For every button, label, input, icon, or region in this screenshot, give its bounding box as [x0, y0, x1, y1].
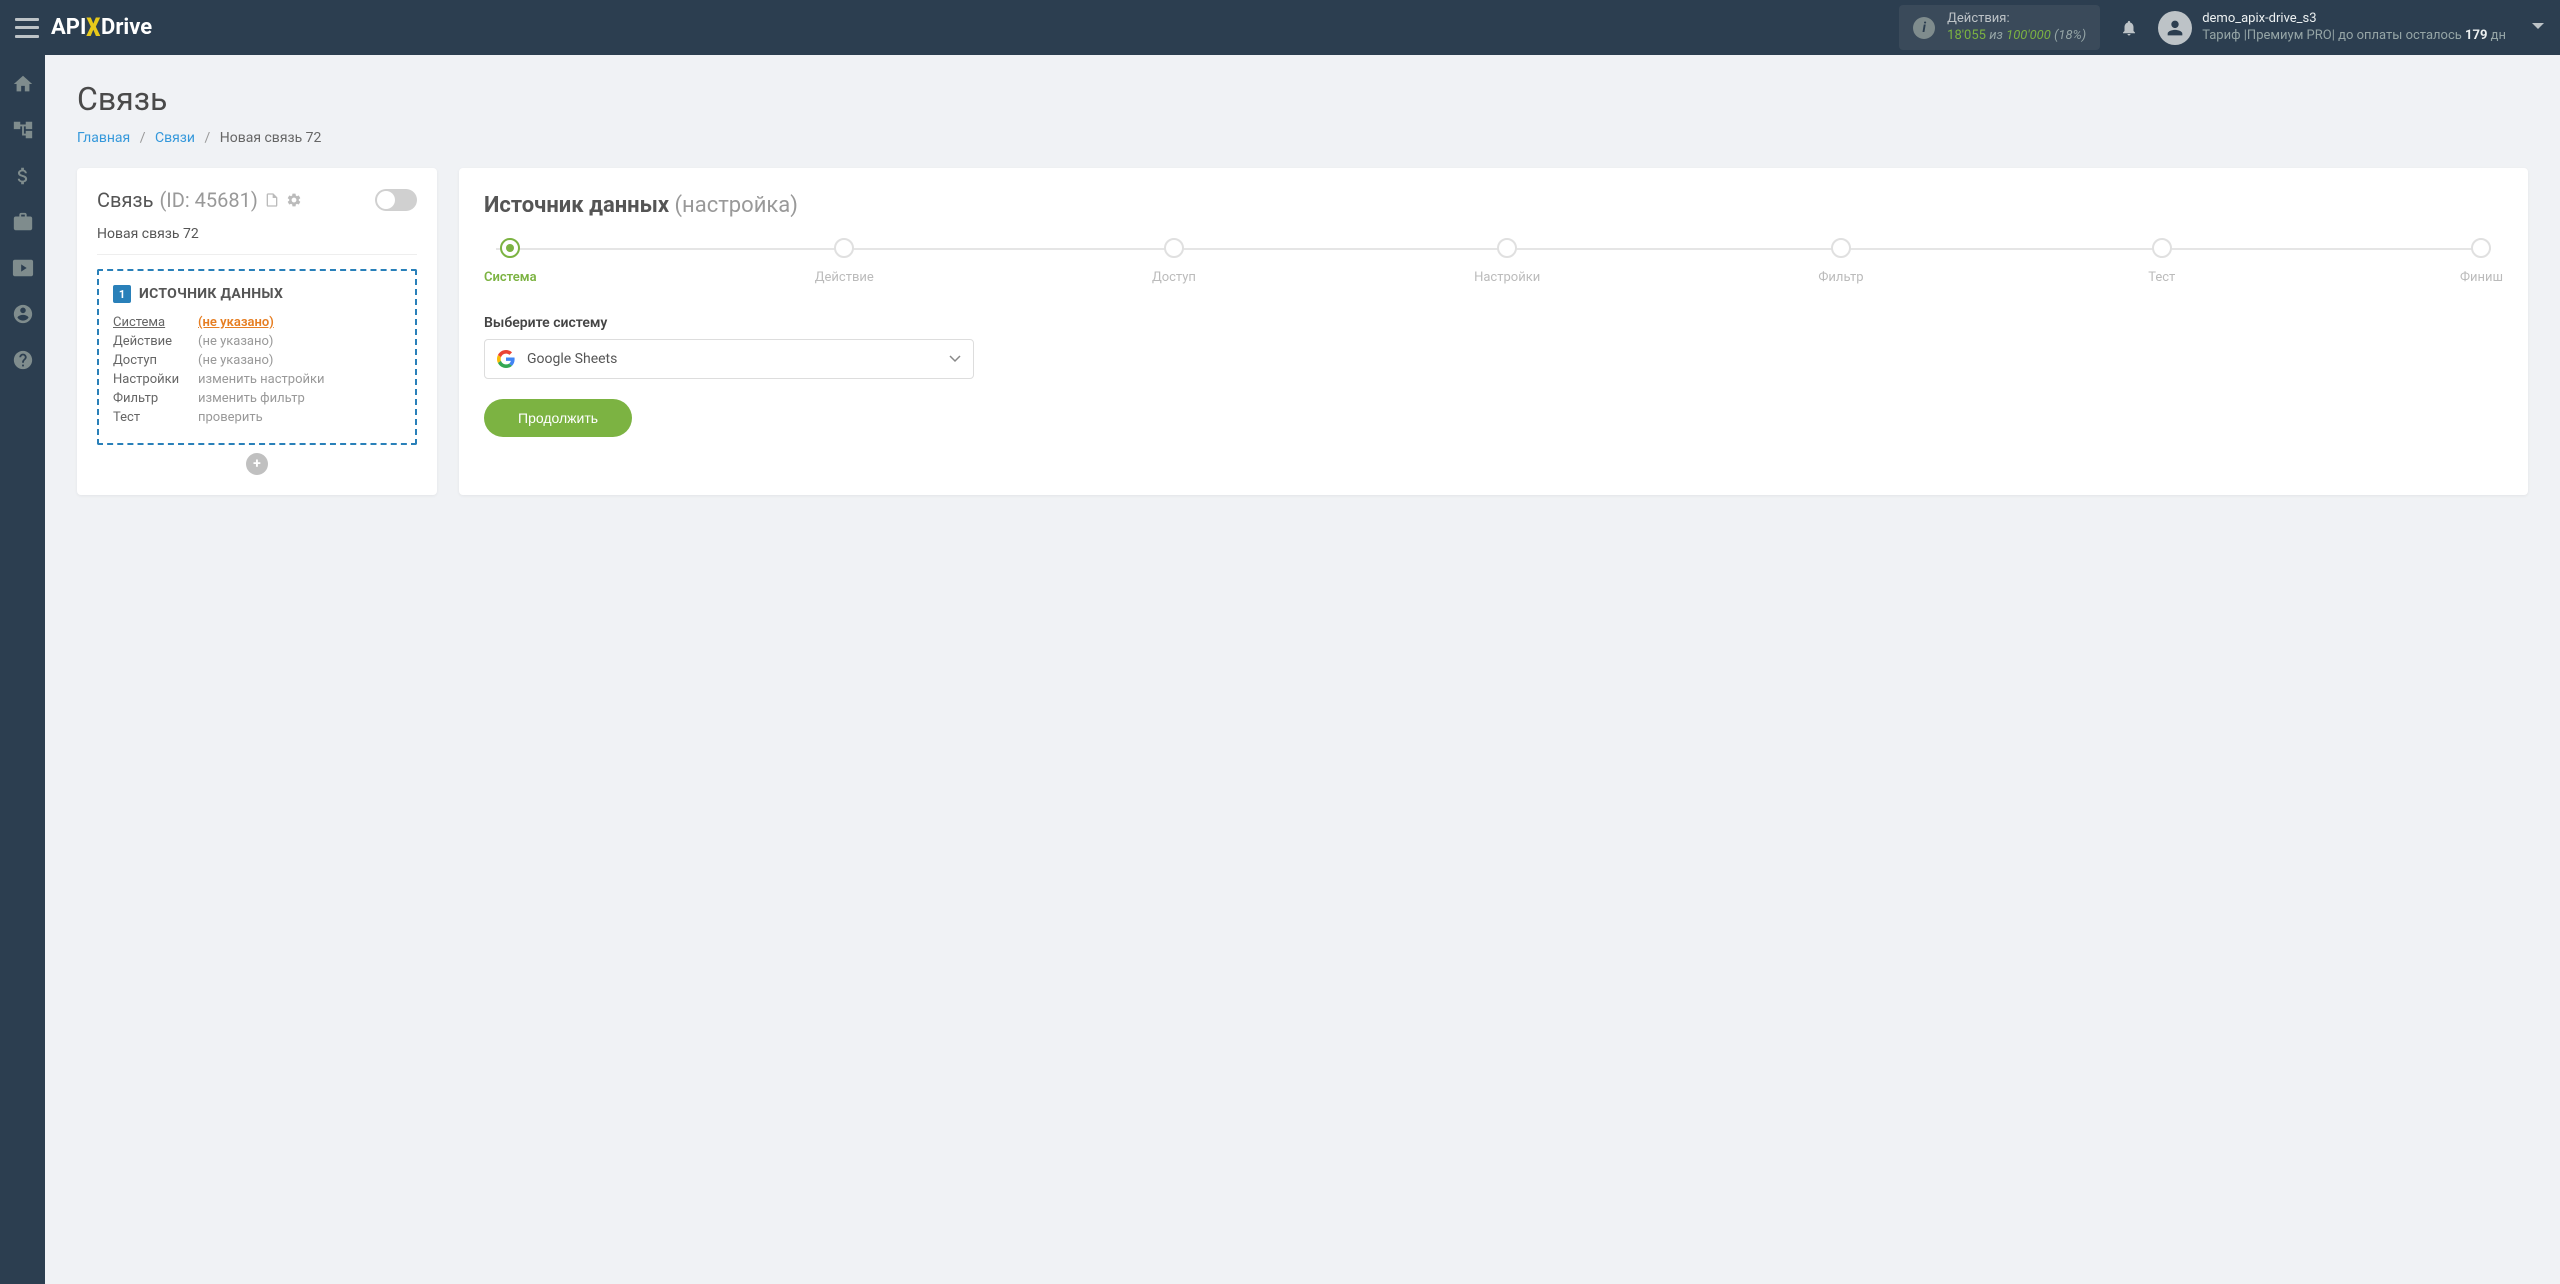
breadcrumb-home[interactable]: Главная: [77, 130, 130, 146]
step-label: Настройки: [1474, 270, 1540, 285]
source-row-value: (не указано): [198, 353, 273, 368]
source-row: Действие(не указано): [113, 334, 401, 349]
chevron-down-icon: [949, 351, 961, 367]
dollar-icon[interactable]: [12, 165, 34, 187]
step-label: Финиш: [2460, 270, 2503, 285]
step-label: Система: [484, 270, 537, 285]
document-icon[interactable]: [264, 192, 280, 208]
step-label: Тест: [2148, 270, 2175, 285]
connection-id: (ID: 45681): [159, 188, 257, 212]
step-item[interactable]: Финиш: [2460, 238, 2503, 285]
step-label: Фильтр: [1818, 270, 1863, 285]
actions-count: 18'055: [1947, 28, 1986, 43]
actions-total: 100'000: [2006, 28, 2051, 43]
source-row: Система(не указано): [113, 315, 401, 330]
source-row: Доступ(не указано): [113, 353, 401, 368]
help-icon[interactable]: [12, 349, 34, 371]
config-title: Источник данных (настройка): [484, 193, 2503, 218]
continue-button[interactable]: Продолжить: [484, 399, 632, 437]
source-row-key: Фильтр: [113, 391, 198, 406]
source-row-key: Тест: [113, 410, 198, 425]
breadcrumb: Главная / Связи / Новая связь 72: [77, 130, 2528, 146]
info-icon: i: [1913, 17, 1935, 39]
left-sidebar: [0, 55, 45, 1284]
step-dot: [1831, 238, 1851, 258]
actions-iz: из: [1989, 28, 2003, 43]
step-dot: [1497, 238, 1517, 258]
actions-status-box[interactable]: i Действия: 18'055 из 100'000 (18%): [1899, 5, 2100, 51]
steps: Система Действие Доступ Настройки Фильтр Тест…: [484, 238, 2503, 285]
youtube-icon[interactable]: [12, 257, 34, 279]
user-name: demo_apix-drive_s3: [2202, 11, 2506, 28]
source-box: 1 ИСТОЧНИК ДАННЫХ Система(не указано)Дей…: [97, 269, 417, 445]
sitemap-icon[interactable]: [12, 119, 34, 141]
actions-label: Действия:: [1947, 11, 2086, 28]
breadcrumb-current: Новая связь 72: [220, 130, 322, 146]
chevron-down-icon[interactable]: [2531, 20, 2545, 36]
step-item[interactable]: Тест: [2142, 238, 2182, 285]
bell-icon[interactable]: [2120, 18, 2138, 38]
step-dot: [500, 238, 520, 258]
logo-x-icon: X: [87, 13, 101, 43]
logo[interactable]: API X Drive: [51, 13, 152, 43]
connection-name: Новая связь 72: [97, 226, 417, 255]
top-header: API X Drive i Действия: 18'055 из 100'00…: [0, 0, 2560, 55]
source-row: Фильтризменить фильтр: [113, 391, 401, 406]
briefcase-icon[interactable]: [12, 211, 34, 233]
select-label: Выберите систему: [484, 315, 2503, 331]
page-title: Связь: [77, 80, 2528, 118]
user-icon[interactable]: [12, 303, 34, 325]
source-row: Настройкиизменить настройки: [113, 372, 401, 387]
source-row-key: Система: [113, 315, 198, 330]
source-badge: 1: [113, 285, 131, 303]
breadcrumb-links[interactable]: Связи: [155, 130, 195, 146]
step-label: Доступ: [1152, 270, 1196, 285]
connection-toggle[interactable]: [375, 189, 417, 211]
source-row-key: Действие: [113, 334, 198, 349]
user-menu[interactable]: demo_apix-drive_s3 Тариф |Премиум PRO| д…: [2158, 11, 2545, 45]
system-select[interactable]: Google Sheets: [484, 339, 974, 379]
step-dot: [834, 238, 854, 258]
avatar-icon: [2158, 11, 2192, 45]
step-dot: [2471, 238, 2491, 258]
connection-title: Связь: [97, 188, 153, 212]
step-item[interactable]: Доступ: [1152, 238, 1196, 285]
google-icon: [497, 350, 515, 368]
source-row: Тестпроверить: [113, 410, 401, 425]
logo-post: Drive: [101, 15, 152, 40]
actions-percent: (18%): [2054, 28, 2086, 43]
step-item[interactable]: Фильтр: [1818, 238, 1863, 285]
source-row-value[interactable]: (не указано): [198, 315, 274, 330]
add-button[interactable]: +: [246, 453, 268, 475]
source-title: ИСТОЧНИК ДАННЫХ: [139, 286, 283, 302]
source-row-value: (не указано): [198, 334, 273, 349]
selected-system: Google Sheets: [527, 351, 617, 367]
logo-pre: API: [51, 15, 86, 40]
step-item[interactable]: Действие: [815, 238, 874, 285]
source-row-value[interactable]: изменить настройки: [198, 372, 325, 387]
hamburger-menu-icon[interactable]: [15, 18, 39, 38]
configuration-card: Источник данных (настройка) Система Дейст…: [459, 168, 2528, 495]
source-row-value[interactable]: проверить: [198, 410, 263, 425]
step-item[interactable]: Настройки: [1474, 238, 1540, 285]
connection-summary-card: Связь (ID: 45681) Новая связь 72 1 ИСТОЧ…: [77, 168, 437, 495]
source-row-key: Доступ: [113, 353, 198, 368]
gear-icon[interactable]: [286, 192, 302, 208]
step-label: Действие: [815, 270, 874, 285]
step-item[interactable]: Система: [484, 238, 537, 285]
source-row-key: Настройки: [113, 372, 198, 387]
step-dot: [1164, 238, 1184, 258]
tariff-info: Тариф |Премиум PRO| до оплаты осталось 1…: [2202, 28, 2506, 45]
main-content: Связь Главная / Связи / Новая связь 72 С…: [45, 55, 2560, 1284]
step-dot: [2152, 238, 2172, 258]
home-icon[interactable]: [12, 73, 34, 95]
source-row-value[interactable]: изменить фильтр: [198, 391, 305, 406]
